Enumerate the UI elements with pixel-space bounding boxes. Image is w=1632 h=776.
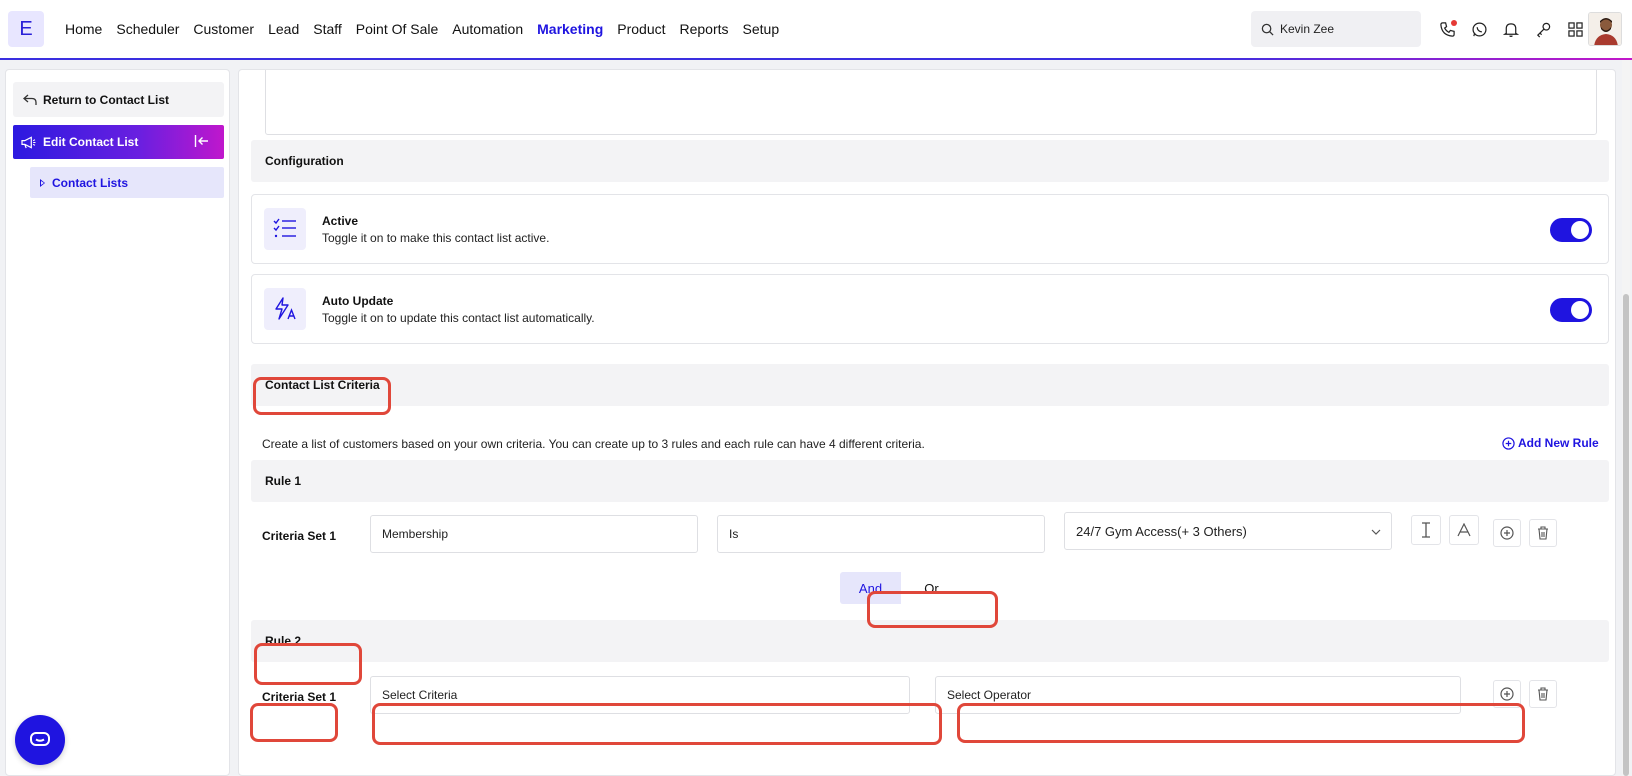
rule-2-add-criteria-button[interactable] xyxy=(1493,680,1521,708)
return-to-contact-list-button[interactable]: Return to Contact List xyxy=(13,82,224,117)
auto-update-setting-card: Auto Update Toggle it on to update this … xyxy=(251,274,1609,344)
rule-1-operator-field[interactable]: Is xyxy=(717,515,1045,553)
auto-update-description: Toggle it on to update this contact list… xyxy=(322,311,595,325)
page-scrollbar[interactable] xyxy=(1622,60,1630,776)
contact-list-criteria-title: Contact List Criteria xyxy=(265,378,380,392)
nav-setup[interactable]: Setup xyxy=(743,21,780,37)
whatsapp-icon[interactable] xyxy=(1469,19,1489,39)
trash-icon xyxy=(1538,526,1548,540)
phone-notification-dot xyxy=(1451,20,1457,26)
nav-marketing[interactable]: Marketing xyxy=(537,21,603,37)
nav-lead[interactable]: Lead xyxy=(268,21,299,37)
bell-icon[interactable] xyxy=(1501,19,1521,39)
rule-1-criteria-value: Membership xyxy=(382,527,449,541)
rule-2-criteria-set-label: Criteria Set 1 xyxy=(262,690,337,704)
edit-contact-list-label: Edit Contact List xyxy=(43,135,139,149)
plus-circle-icon xyxy=(1500,687,1514,701)
configuration-header: Configuration xyxy=(251,140,1609,182)
active-description: Toggle it on to make this contact list a… xyxy=(322,231,550,245)
expand-triangle-icon xyxy=(40,178,45,187)
user-avatar[interactable] xyxy=(1588,12,1622,46)
rule-1-value-dropdown[interactable]: 24/7 Gym Access(+ 3 Others) xyxy=(1064,512,1392,550)
active-setting-card: Active Toggle it on to make this contact… xyxy=(251,194,1609,264)
app-logo[interactable]: E xyxy=(8,11,44,47)
rule-1-criteria-set-label: Criteria Set 1 xyxy=(262,529,337,543)
add-new-rule-button[interactable]: Add New Rule xyxy=(1502,436,1599,450)
nav-product[interactable]: Product xyxy=(617,21,665,37)
plus-circle-icon xyxy=(1502,436,1515,450)
auto-update-toggle[interactable] xyxy=(1550,298,1592,322)
megaphone-icon xyxy=(21,135,36,149)
phone-icon[interactable] xyxy=(1437,19,1457,39)
checklist-icon xyxy=(264,208,306,250)
key-icon[interactable] xyxy=(1533,19,1553,39)
active-toggle[interactable] xyxy=(1550,218,1592,242)
nav-home[interactable]: Home xyxy=(65,21,102,37)
rule-2-operator-placeholder: Select Operator xyxy=(947,688,1032,702)
sidebar: Return to Contact List Edit Contact List… xyxy=(5,69,230,776)
nav-customer[interactable]: Customer xyxy=(193,21,254,37)
return-label: Return to Contact List xyxy=(43,92,169,107)
rule-1-title: Rule 1 xyxy=(265,474,302,488)
and-or-toggle: And Or xyxy=(840,572,962,604)
rule-1-value-text: 24/7 Gym Access(+ 3 Others) xyxy=(1076,523,1247,539)
back-arrow-icon xyxy=(23,94,37,105)
letter-a-icon xyxy=(1457,523,1471,537)
rule-2-operator-select[interactable]: Select Operator xyxy=(935,676,1461,714)
top-navbar: E Home Scheduler Customer Lead Staff Poi… xyxy=(0,0,1632,60)
rule-2-title: Rule 2 xyxy=(265,634,302,648)
auto-update-title: Auto Update xyxy=(322,294,394,308)
rule-2-header: Rule 2 xyxy=(251,620,1609,662)
rule-1-criteria-field[interactable]: Membership xyxy=(370,515,698,553)
sidebar-item-edit-contact-list[interactable]: Edit Contact List xyxy=(13,125,224,159)
apps-grid-icon[interactable] xyxy=(1565,19,1585,39)
add-new-rule-label: Add New Rule xyxy=(1518,436,1599,450)
rule-2-criteria-select[interactable]: Select Criteria xyxy=(370,676,910,714)
chat-icon xyxy=(30,732,50,746)
criteria-description: Create a list of customers based on your… xyxy=(262,437,925,451)
contact-lists-label: Contact Lists xyxy=(52,175,129,190)
rule-2-delete-button[interactable] xyxy=(1529,680,1557,708)
top-icons xyxy=(1437,19,1585,39)
main-nav: Home Scheduler Customer Lead Staff Point… xyxy=(65,21,793,37)
nav-point-of-sale[interactable]: Point Of Sale xyxy=(356,21,439,37)
main-content: Configuration Active Toggle it on to mak… xyxy=(238,69,1616,776)
font-style-button[interactable] xyxy=(1449,515,1479,545)
active-title: Active xyxy=(322,214,359,228)
rule-1-delete-button[interactable] xyxy=(1529,519,1557,547)
description-textarea[interactable] xyxy=(265,70,1597,135)
scrollbar-thumb[interactable] xyxy=(1623,294,1629,776)
text-format-button[interactable] xyxy=(1411,515,1441,545)
trash-icon xyxy=(1538,687,1548,701)
collapse-sidebar-icon[interactable] xyxy=(194,134,209,148)
auto-update-icon xyxy=(264,288,306,330)
contact-list-criteria-header: Contact List Criteria xyxy=(251,364,1609,406)
nav-staff[interactable]: Staff xyxy=(313,21,342,37)
nav-reports[interactable]: Reports xyxy=(680,21,729,37)
text-cursor-icon xyxy=(1422,522,1430,538)
nav-scheduler[interactable]: Scheduler xyxy=(116,21,179,37)
rule-1-add-criteria-button[interactable] xyxy=(1493,519,1521,547)
and-option[interactable]: And xyxy=(840,572,901,604)
rule-1-operator-value: Is xyxy=(729,527,739,541)
chat-support-button[interactable] xyxy=(15,715,65,765)
search-input[interactable]: Kevin Zee xyxy=(1251,11,1421,47)
rule-1-header: Rule 1 xyxy=(251,460,1609,502)
nav-automation[interactable]: Automation xyxy=(452,21,523,37)
plus-circle-icon xyxy=(1500,526,1514,540)
rule-2-criteria-placeholder: Select Criteria xyxy=(382,688,458,702)
search-value: Kevin Zee xyxy=(1280,22,1335,36)
sidebar-item-contact-lists[interactable]: Contact Lists xyxy=(30,167,224,198)
chevron-down-icon xyxy=(1371,529,1381,535)
search-icon xyxy=(1261,23,1274,36)
configuration-title: Configuration xyxy=(265,154,344,168)
or-option[interactable]: Or xyxy=(901,572,962,604)
